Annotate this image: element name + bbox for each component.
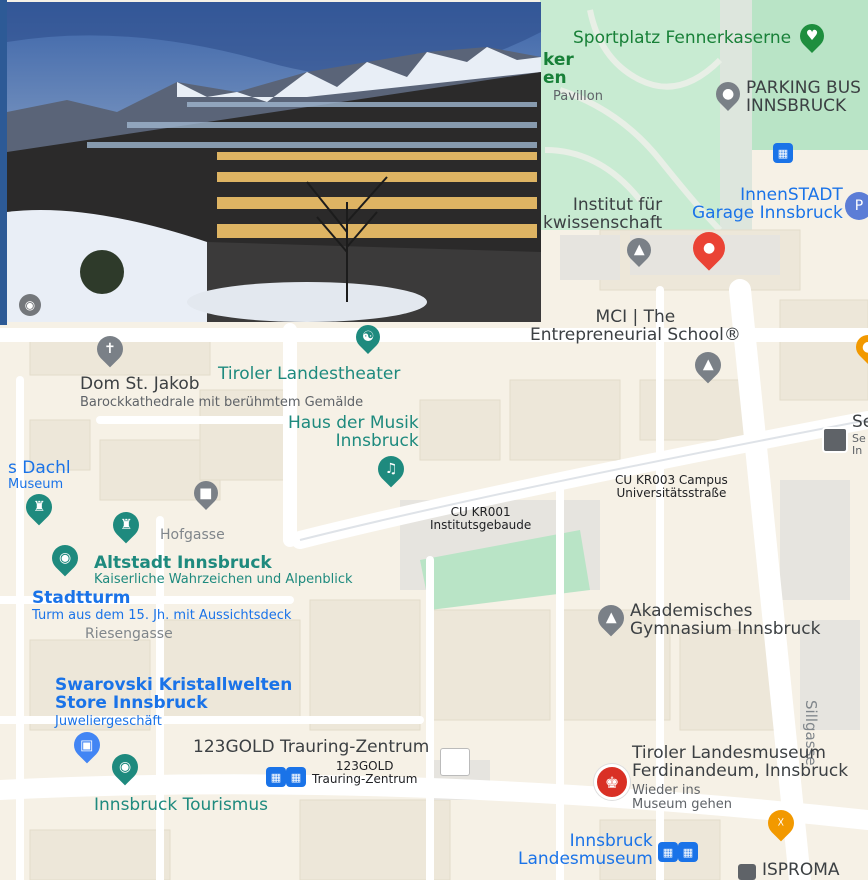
akademisches-label[interactable]: Akademisches Gymnasium Innsbruck <box>630 602 820 639</box>
s-dachl-label[interactable]: s Dachl <box>8 459 71 478</box>
dom-sub-label: Barockkathedrale mit berühmtem Gemälde <box>80 395 364 410</box>
camera-icon[interactable]: ◉ <box>19 294 41 316</box>
dom-label[interactable]: Dom St. Jakob <box>80 375 200 394</box>
transit-icon-trauring-2[interactable]: ▦ <box>286 767 306 787</box>
se-sub-label: Se In <box>852 432 866 457</box>
stadtturm-label[interactable]: Stadtturm <box>32 589 130 608</box>
stadtturm-sub-label: Turm aus dem 15. Jh. mit Aussichtsdeck <box>32 608 292 623</box>
altstadt-sub-label: Kaiserliche Wahrzeichen und Alpenblick <box>94 572 353 587</box>
isproma-label[interactable]: ISPROMA <box>762 861 840 880</box>
bus-stop-icon[interactable]: ▦ <box>773 143 793 163</box>
en-partial-label: en <box>543 68 567 88</box>
innenstadt-garage-label[interactable]: InnenSTADT Garage Innsbruck <box>692 186 843 223</box>
landesmuseum-label[interactable]: Tiroler Landesmuseum Ferdinandeum, Innsb… <box>632 744 848 781</box>
mci-label[interactable]: MCI | The Entrepreneurial School® <box>530 308 741 345</box>
haus-der-musik-label[interactable]: Haus der Musik Innsbruck <box>288 414 419 451</box>
institut-label[interactable]: Institut für kwissenschaft <box>543 196 662 233</box>
trauring-logo <box>440 748 470 776</box>
se-partial-label: Se <box>852 412 868 432</box>
place-square-icon-se[interactable] <box>822 427 848 453</box>
photo-image <box>7 2 541 322</box>
parking-bus-label[interactable]: PARKING BUS INNSBRUCK <box>746 79 861 116</box>
riesengasse-street-label: Riesengasse <box>85 626 173 642</box>
tourismus-label[interactable]: Innsbruck Tourismus <box>94 796 268 815</box>
trauring-small-label: 123GOLD Trauring-Zentrum <box>312 759 418 786</box>
transit-icon-trauring-1[interactable]: ▦ <box>266 767 286 787</box>
hofgasse-street-label: Hofgasse <box>160 527 225 543</box>
landesmuseum-icon[interactable]: ♚ <box>594 764 630 800</box>
sportplatz-label[interactable]: Sportplatz Fennerkaserne <box>573 29 791 48</box>
museum-partial-label: Museum <box>8 477 64 492</box>
cu-kr003-label[interactable]: CU KR003 Campus Universitätsstraße <box>615 474 728 499</box>
pavillon-label: Pavillon <box>553 89 603 104</box>
landesmuseum-sub-label: Wieder ins Museum gehen <box>632 783 732 812</box>
swarovski-sub-label: Juweliergeschäft <box>55 714 162 729</box>
swarovski-label[interactable]: Swarovski Kristallwelten Store Innsbruck <box>55 676 292 713</box>
cu-kr001-label[interactable]: CU KR001 Institutsgebaude <box>430 506 531 531</box>
parking-icon[interactable]: P <box>845 192 868 220</box>
isproma-icon[interactable] <box>738 864 756 880</box>
innsbruck-landesmuseum-label[interactable]: Innsbruck Landesmuseum <box>518 832 653 869</box>
transit-icon-lm-2[interactable]: ▦ <box>678 842 698 862</box>
altstadt-label[interactable]: Altstadt Innsbruck <box>94 554 272 573</box>
photo-edge-strip <box>0 0 7 325</box>
transit-icon-lm-1[interactable]: ▦ <box>658 842 678 862</box>
landestheater-label[interactable]: Tiroler Landestheater <box>218 365 400 384</box>
place-photo[interactable]: ◉ <box>7 2 541 322</box>
trauring-label[interactable]: 123GOLD Trauring-Zentrum <box>193 738 429 757</box>
